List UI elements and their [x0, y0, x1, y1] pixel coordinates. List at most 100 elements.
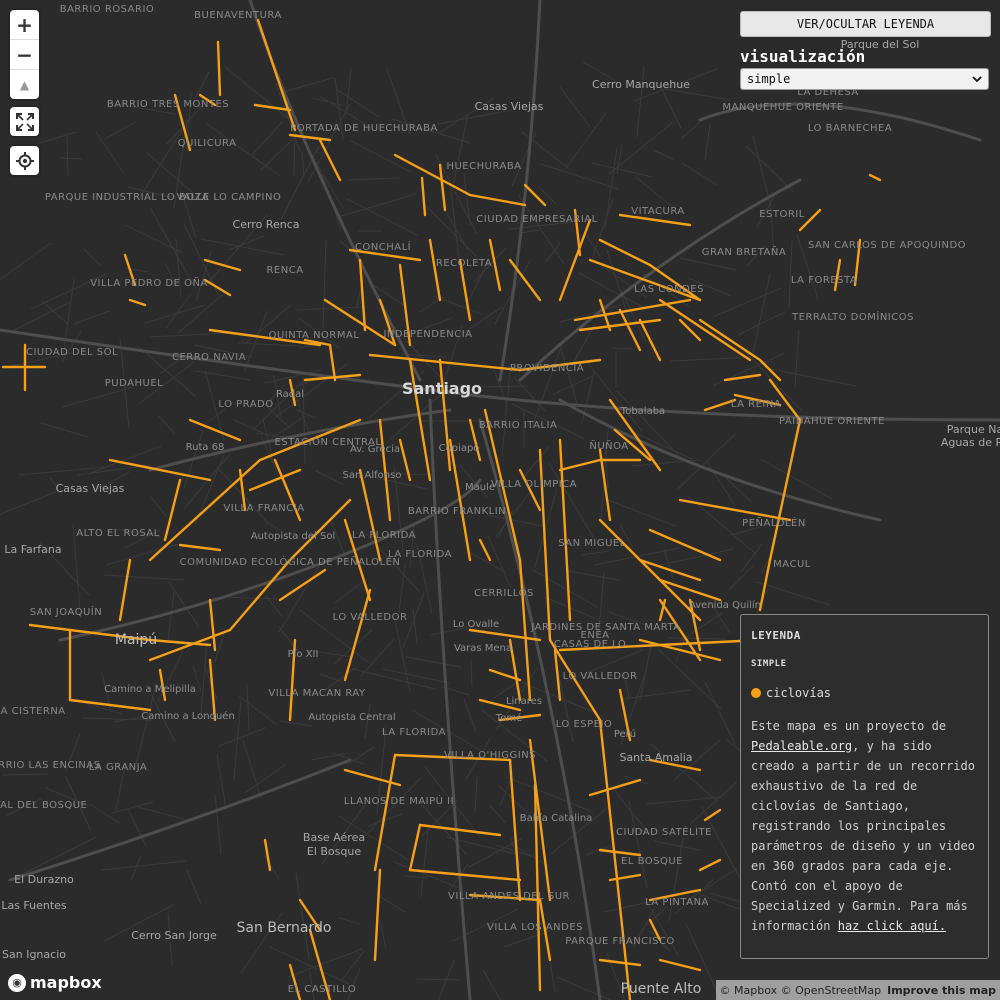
district-label: CIUDAD SATÉLITE [616, 827, 712, 838]
bikeway-segment [468, 193, 527, 207]
town-label: San Bernardo [236, 920, 332, 936]
pedaleable-link[interactable]: Pedaleable.org [751, 739, 852, 753]
district-label: VITACURA [631, 206, 685, 217]
place-label: Santa Amalia [619, 751, 693, 764]
description-text-1: Este mapa es un proyecto de [751, 719, 947, 733]
bikeway-segment [618, 308, 642, 352]
chevron-down-icon [972, 75, 982, 82]
district-label: ÑUÑOA [589, 441, 629, 452]
district-label: LLANOS DE MAIPÚ II [343, 796, 455, 807]
road-label: Avenida Quilín [689, 600, 761, 611]
district-label: LO BARNECHEA [807, 123, 893, 134]
city-label: Santiago [401, 379, 483, 398]
bikeway-segment [558, 458, 602, 472]
zoom-in-button[interactable]: + [10, 10, 39, 40]
bikeway-segment [178, 543, 222, 552]
legend-subtitle: SIMPLE [751, 659, 787, 669]
district-label: VILLA ANDES DEL SUR [448, 891, 570, 902]
visualization-selected-value: simple [747, 72, 791, 86]
road-label: San Alfonso [342, 470, 402, 481]
road-label: Camino a Melipilla [104, 684, 196, 695]
bikeway-segment [263, 838, 272, 872]
bikeway-segment [598, 238, 652, 267]
bikeway-segment [128, 298, 147, 307]
road-label: Av. Grecia [350, 444, 400, 455]
district-label: LA FLORIDA [382, 727, 446, 738]
district-label: BARRIO FRANKLIN [407, 506, 507, 517]
description-text-2: , y ha sido creado a partir de un recorr… [751, 739, 975, 933]
bikeway-segment [578, 318, 662, 332]
town-label: Maipú [114, 632, 158, 648]
bikeway-segment [408, 868, 522, 882]
bikeway-segment [468, 628, 542, 642]
visualization-select[interactable]: simple [740, 68, 989, 90]
road-label: Autopista Central [308, 712, 396, 723]
district-label: PROVIDENCIA [509, 363, 585, 374]
bikeway-segment [573, 298, 692, 322]
bikeway-segment [398, 438, 412, 482]
road-label: Tomé [495, 713, 523, 724]
legend-title: LEYENDA [751, 629, 801, 642]
improve-map-link[interactable]: Improve this map [887, 984, 996, 997]
bikeway-segment [373, 868, 382, 962]
road-label: Tobalaba [620, 406, 666, 417]
bikeway-segment [478, 538, 492, 562]
district-label: LA FORESTA [790, 275, 858, 286]
district-label: CIUDAD DEL SOL [25, 347, 119, 358]
toggle-legend-button[interactable]: VER/OCULTAR LEYENDA [740, 11, 991, 37]
road-label: Camino a Lonquén [141, 711, 235, 722]
district-label: LA GRANJA [88, 762, 148, 773]
bikeway-segment [558, 218, 592, 302]
bikeway-segment [508, 258, 542, 302]
road-label: Maule [464, 482, 496, 493]
place-label: Las Fuentes [1, 899, 67, 912]
district-label: LO VALLEDOR [332, 612, 408, 623]
district-label: ENEA [580, 630, 610, 641]
zoom-out-button[interactable]: − [10, 40, 39, 70]
bikeway-segment [148, 628, 232, 662]
compass-button[interactable]: ▲ [10, 70, 39, 99]
town-label: Puente Alto [620, 981, 702, 997]
place-label: Cerro Renca [232, 218, 300, 231]
bikeway-segment [428, 238, 442, 302]
district-label: CIUDAD EMPRESARIAL [476, 214, 598, 225]
bikeway-segment [216, 40, 222, 97]
district-label: BARRIO ROSARIO [59, 4, 155, 15]
geolocate-control [10, 146, 39, 175]
bikeway-segment [658, 298, 752, 362]
district-label: VILLA O'HIGGINS [443, 750, 537, 761]
bikeway-segment [303, 373, 362, 382]
bikeway-segment [248, 468, 302, 492]
district-label: CONCHALÍ [354, 242, 412, 253]
fullscreen-button[interactable] [10, 107, 39, 136]
place-label: El Durazno [14, 873, 74, 886]
attribution-text[interactable]: © Mapbox © OpenStreetMap [720, 984, 882, 997]
geolocate-button[interactable] [10, 146, 39, 175]
mapbox-logo[interactable]: ◉ mapbox [8, 973, 102, 992]
bikeway-segment [678, 498, 792, 522]
road-label: Copiapó [438, 443, 480, 454]
bikeway-segment [318, 138, 342, 182]
mapbox-logo-text: mapbox [30, 973, 102, 992]
road-label: Bahía Catalina [519, 813, 593, 824]
bikeway-segment [328, 343, 337, 382]
legend-dot-icon [751, 688, 761, 698]
bikeway-segment [253, 103, 292, 112]
bikeway-segment [723, 373, 762, 382]
visualization-title: visualización [740, 47, 866, 66]
bikeway-segment [188, 418, 242, 442]
road-label: Pío XII [287, 649, 319, 660]
bikeway-segment [68, 698, 152, 712]
district-label: RENCA [266, 265, 304, 276]
bikeway-segment [518, 558, 532, 702]
place-label: La Farfana [4, 543, 62, 556]
minus-icon: − [16, 42, 33, 67]
zoom-control-group: + − ▲ [10, 10, 39, 99]
district-label: LA REINA [730, 399, 782, 410]
place-label: Casas Viejas [55, 482, 125, 495]
bikeway-segment [373, 753, 397, 872]
place-label: Cerro Manquehue [592, 78, 690, 91]
bikeway-segment [358, 468, 382, 562]
more-info-link[interactable]: haz click aquí. [838, 919, 946, 933]
district-label: EL BOSQUE [621, 856, 683, 867]
